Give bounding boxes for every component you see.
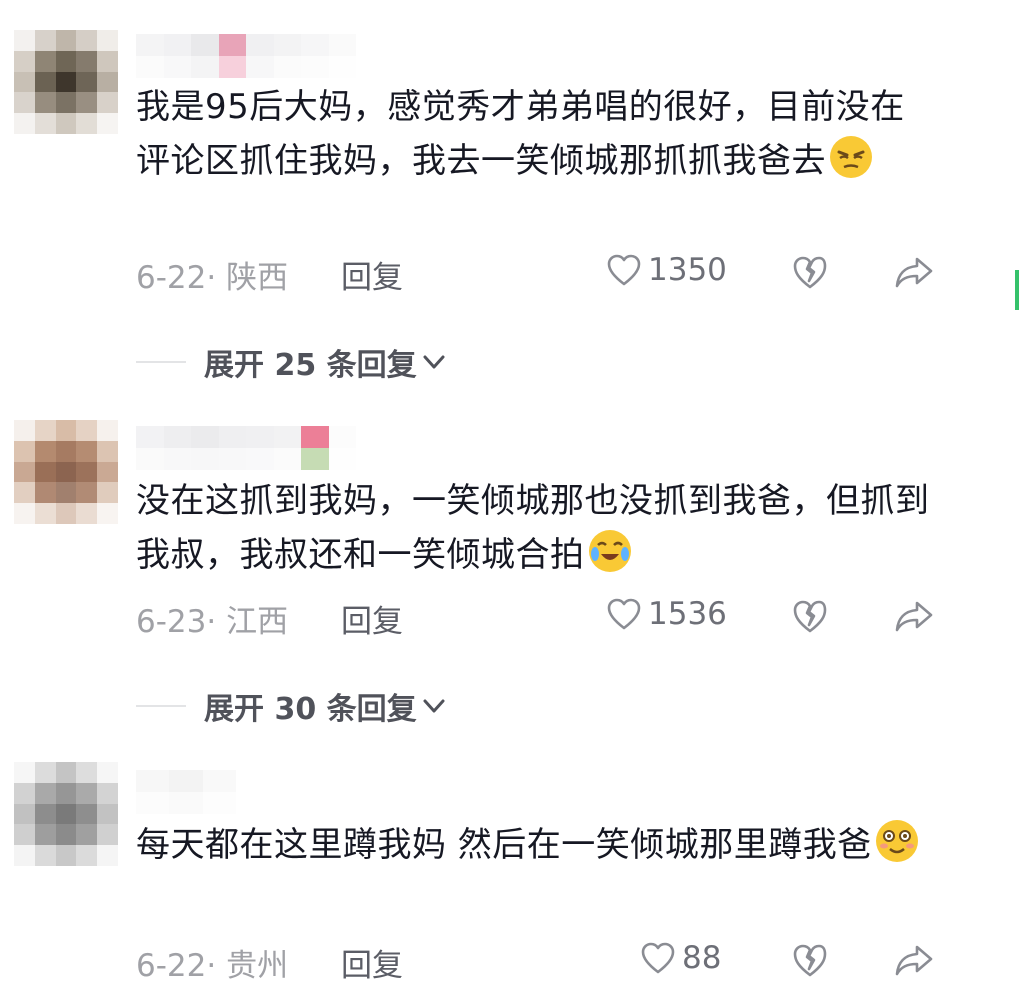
broken-heart-icon[interactable] [792,598,828,634]
share-arrow-icon[interactable] [894,942,934,978]
comment-body: 我是95后大妈，感觉秀才弟弟唱的很好，目前没在评论区抓住我妈，我去一笑倾城那抓抓… [136,87,905,181]
broken-heart-icon[interactable] [792,942,828,978]
avatar[interactable] [14,30,118,134]
chevron-down-icon [423,355,445,369]
comment-meta: 6-22· 贵州 回复 88 [136,940,956,984]
date-location: 6-23· 江西 [136,604,289,640]
expand-replies-button[interactable]: 展开 25 条回复 [136,342,536,383]
like-count: 88 [682,940,722,976]
like-button[interactable]: 1536 [606,596,727,632]
blushing-smile-emoji-icon [875,820,918,862]
date-location: 6-22· 陕西 [136,260,289,296]
nickname-redacted[interactable] [136,770,236,814]
divider-line [136,361,186,363]
date-location: 6-22· 贵州 [136,948,289,984]
reply-button[interactable]: 回复 [341,940,403,985]
smirk-emoji-icon [830,136,872,178]
divider-line [136,705,186,707]
like-button[interactable]: 1350 [606,252,727,288]
chevron-down-icon [423,699,445,713]
crying-laughing-emoji-icon [588,530,631,572]
scrollbar[interactable] [1015,270,1019,310]
heart-icon [607,254,641,286]
like-count: 1536 [648,596,727,632]
avatar[interactable] [14,420,118,524]
comment-text: 没在这抓到我妈，一笑倾城那也没抓到我爸，但抓到我叔，我叔还和一笑倾城合拍 [136,474,936,582]
expand-replies-label: 展开 30 条回复 [204,692,417,727]
expand-replies-button[interactable]: 展开 30 条回复 [136,686,536,727]
share-arrow-icon[interactable] [894,254,934,290]
share-arrow-icon[interactable] [894,598,934,634]
comment-body: 每天都在这里蹲我妈 然后在一笑倾城那里蹲我爸 [136,825,872,865]
reply-button[interactable]: 回复 [341,596,403,641]
nickname-redacted[interactable] [136,426,356,470]
heart-icon [641,942,675,974]
comment-text: 每天都在这里蹲我妈 然后在一笑倾城那里蹲我爸 [136,818,936,872]
avatar[interactable] [14,762,118,866]
comment-body: 没在这抓到我妈，一笑倾城那也没抓到我爸，但抓到我叔，我叔还和一笑倾城合拍 [136,481,930,575]
broken-heart-icon[interactable] [792,254,828,290]
nickname-redacted[interactable] [136,34,356,78]
expand-replies-label: 展开 25 条回复 [204,348,417,383]
heart-icon [607,598,641,630]
comment-text: 我是95后大妈，感觉秀才弟弟唱的很好，目前没在评论区抓住我妈，我去一笑倾城那抓抓… [136,80,936,188]
comment-meta: 6-23· 江西 回复 1536 [136,596,956,640]
reply-button[interactable]: 回复 [341,252,403,297]
like-count: 1350 [648,252,727,288]
comment-meta: 6-22· 陕西 回复 1350 [136,252,956,296]
like-button[interactable]: 88 [640,940,721,976]
